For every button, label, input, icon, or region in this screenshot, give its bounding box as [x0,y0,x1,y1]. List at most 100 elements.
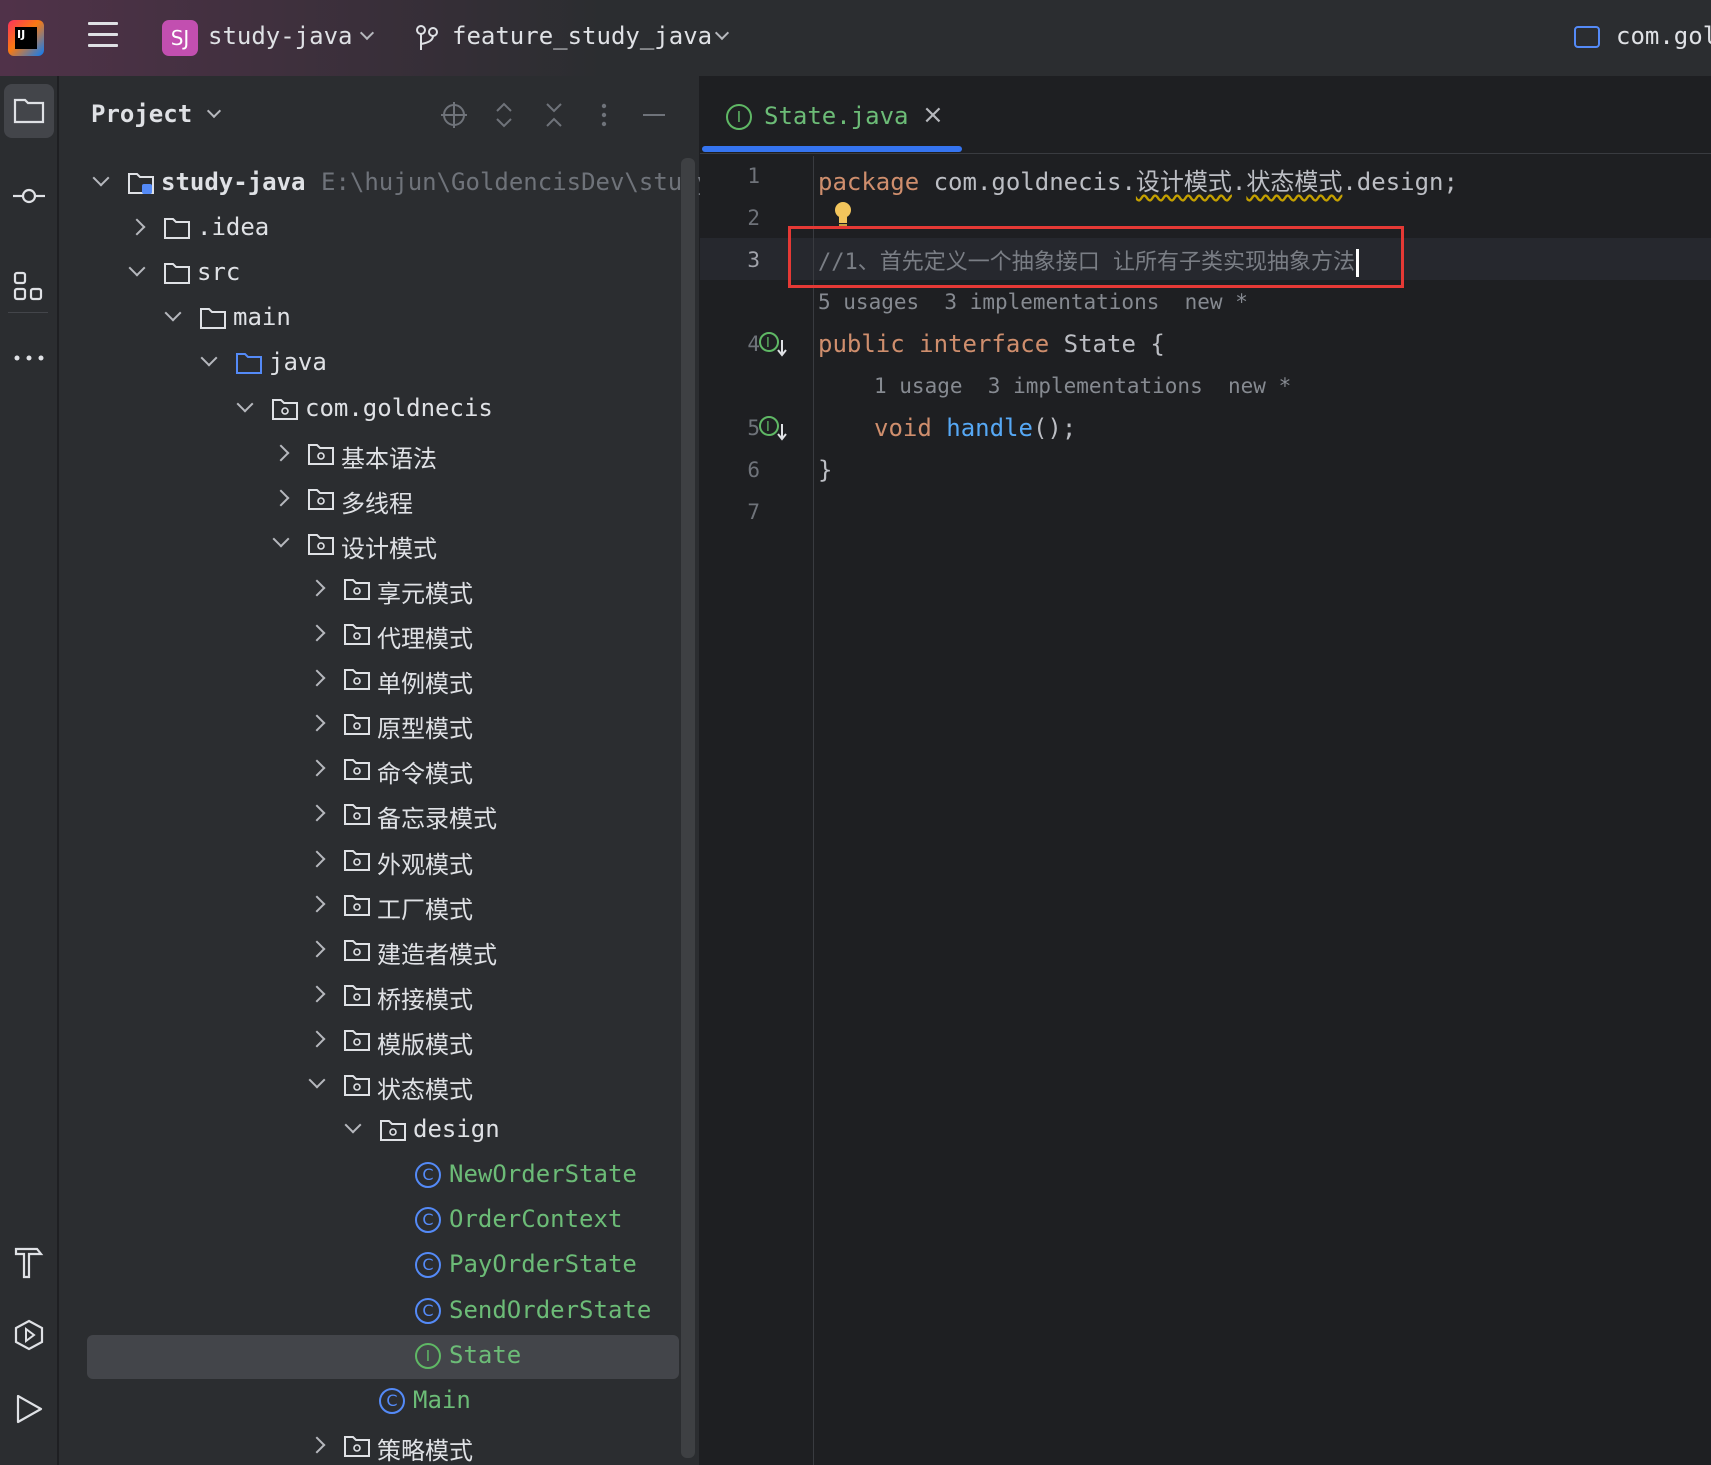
chevron-down-icon[interactable] [308,1071,326,1089]
chevron-right-icon[interactable] [308,985,326,1003]
code-vision-hint[interactable]: 5 usages 3 implementations new * [818,290,1248,314]
chevron-down-icon[interactable] [206,103,222,119]
tree-item[interactable]: 模版模式 [87,1019,679,1063]
chevron-right-icon[interactable] [308,1030,326,1048]
run-config-icon[interactable] [1574,26,1600,48]
tree-item[interactable]: src [87,252,679,296]
chevron-down-icon[interactable] [200,349,218,367]
code-line-5[interactable]: void handle(); [874,414,1076,442]
tree-scrollbar[interactable] [681,158,695,1458]
git-branch-icon[interactable] [414,24,440,52]
structure-tool-button[interactable] [4,260,54,314]
branch-switcher[interactable]: feature_study_java [452,22,712,50]
chevron-right-icon[interactable] [308,714,326,732]
tree-item[interactable]: 备忘录模式 [87,793,679,837]
package-icon [272,398,298,420]
chevron-right-icon[interactable] [272,444,290,462]
tree-item[interactable]: 享元模式 [87,568,679,612]
keyword: package [818,168,920,196]
chevron-right-icon[interactable] [308,1436,326,1454]
project-badge[interactable]: SJ [162,20,198,56]
tree-item[interactable]: 设计模式 [87,523,679,567]
tree-item[interactable]: C Main [87,1380,679,1424]
close-icon[interactable]: × [922,100,944,130]
tree-item[interactable]: 单例模式 [87,658,679,702]
build-tool-button[interactable] [4,1234,54,1288]
folder-icon [164,263,190,285]
implemented-gutter-icon[interactable]: I [758,414,790,442]
tree-item[interactable]: 工厂模式 [87,884,679,928]
tree-item[interactable]: I State [87,1334,679,1379]
tree-item[interactable]: 多线程 [87,478,679,522]
chevron-down-icon[interactable] [344,1116,362,1134]
tree-item[interactable]: C NewOrderState [87,1154,679,1198]
project-tool-button[interactable] [4,84,54,138]
chevron-right-icon[interactable] [308,850,326,867]
chevron-down-icon[interactable] [128,259,146,277]
chevron-right-icon[interactable] [308,624,326,642]
tree-item[interactable]: 外观模式 [87,839,679,883]
tree-item[interactable]: study-java E:\hujun\GoldencisDev\study- [87,162,726,206]
chevron-right-icon[interactable] [272,489,290,507]
line-number: 5 [747,416,760,440]
commit-tool-button[interactable] [4,170,54,224]
code-line-1[interactable]: package com.goldnecis.设计模式.状态模式.design; [818,162,1458,197]
tree-item[interactable]: 建造者模式 [87,929,679,973]
tree-item[interactable]: .idea [87,207,679,251]
hide-panel-icon[interactable] [639,100,669,130]
chevron-down-icon[interactable] [359,25,375,41]
run-config-selector[interactable]: com.gol [1616,22,1711,50]
tree-item[interactable]: C SendOrderState [87,1290,679,1334]
services-tool-button[interactable] [4,1308,54,1362]
tree-item[interactable]: 状态模式 [87,1064,679,1108]
tree-item-label: 建造者模式 [377,940,497,969]
tab-state-java[interactable]: I State.java × [700,76,962,154]
more-tools-button[interactable] [4,332,54,386]
intellij-logo-icon[interactable]: IJ [8,20,44,56]
class-icon: C [415,1207,441,1234]
tree-item-label: 原型模式 [377,715,473,744]
tree-item-label: .idea [197,213,270,242]
chevron-down-icon[interactable] [92,169,110,187]
tree-item-label: 多线程 [341,489,413,518]
chevron-right-icon[interactable] [308,669,326,687]
chevron-right-icon[interactable] [308,804,326,822]
tree-item[interactable]: com.goldnecis [87,388,679,432]
interface-icon: I [415,1342,441,1369]
locate-icon[interactable] [439,100,469,130]
chevron-right-icon[interactable] [308,940,326,958]
code-line-6[interactable]: } [818,456,832,484]
tree-item[interactable]: main [87,297,679,341]
implemented-gutter-icon[interactable]: I [758,330,790,358]
chevron-down-icon[interactable] [714,25,730,41]
expand-all-icon[interactable] [489,100,519,130]
package-segment: 设计模式 [1135,168,1232,196]
tree-item[interactable]: 代理模式 [87,613,679,657]
run-tool-button[interactable] [4,1382,54,1436]
chevron-down-icon[interactable] [272,530,290,548]
chevron-down-icon[interactable] [164,304,182,322]
code-line-4[interactable]: public interface State { [818,330,1165,358]
chevron-down-icon[interactable] [236,395,254,412]
chevron-right-icon[interactable] [308,895,326,913]
tree-item[interactable]: 基本语法 [87,433,679,477]
chevron-right-icon[interactable] [308,579,326,597]
tree-item-label: 桥接模式 [377,985,473,1014]
options-icon[interactable] [589,100,619,130]
tree-item[interactable]: design [87,1109,679,1153]
collapse-all-icon[interactable] [539,100,569,130]
main-menu-icon[interactable] [88,22,120,52]
tree-item[interactable]: 桥接模式 [87,974,679,1018]
chevron-right-icon[interactable] [128,218,146,236]
tree-item[interactable]: 原型模式 [87,703,679,747]
tree-item[interactable]: 命令模式 [87,748,679,792]
tree-item[interactable]: C PayOrderState [87,1244,679,1288]
project-view-title[interactable]: Project [91,100,192,128]
tree-item[interactable]: java [87,342,679,386]
class-icon: C [415,1297,441,1324]
tree-item[interactable]: C OrderContext [87,1199,679,1243]
code-vision-hint[interactable]: 1 usage 3 implementations new * [874,374,1291,398]
project-switcher[interactable]: study-java [208,22,353,50]
tree-item[interactable]: 策略模式 [87,1425,679,1465]
chevron-right-icon[interactable] [308,759,326,777]
